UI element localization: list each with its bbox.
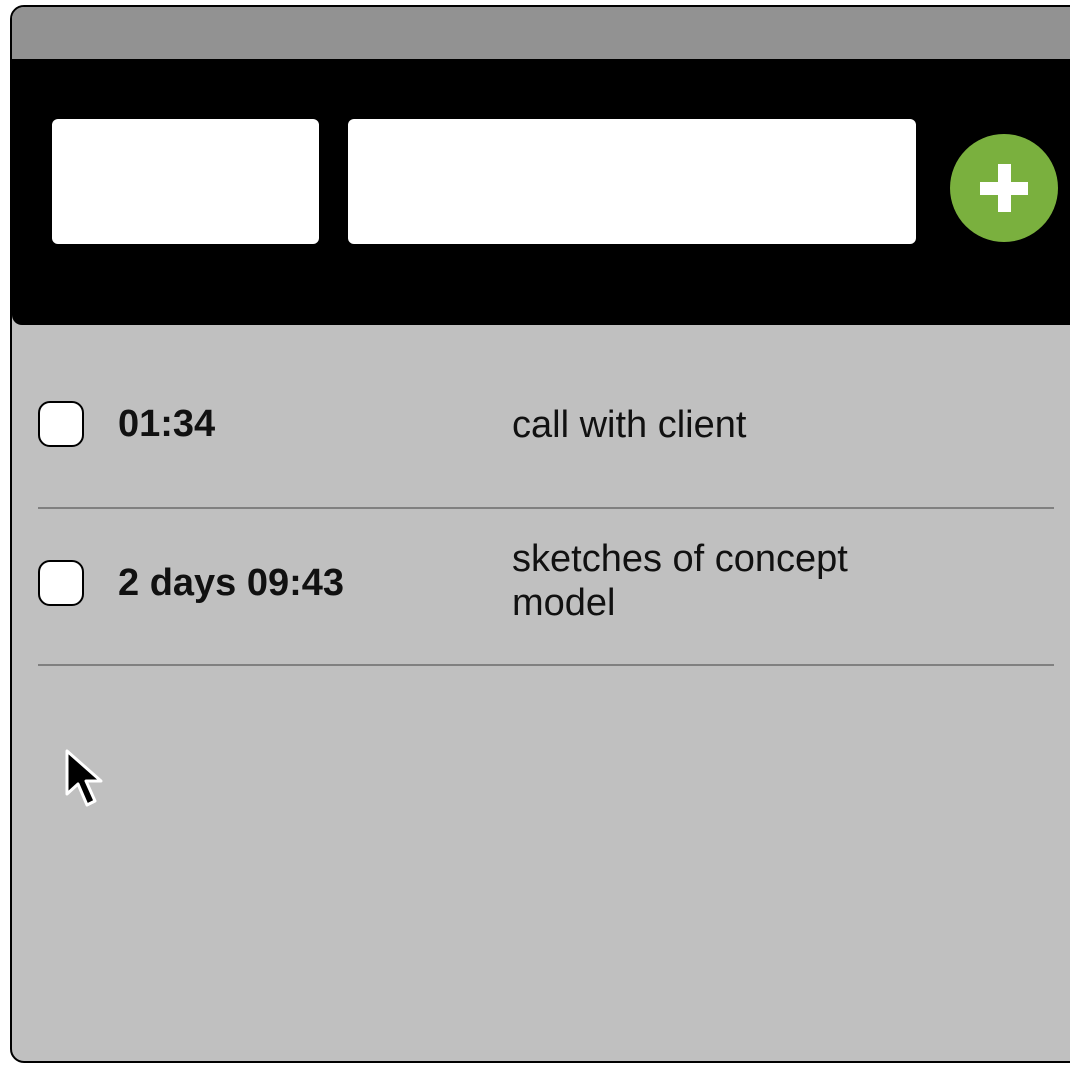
time-input[interactable] (52, 119, 319, 244)
mouse-pointer-icon (64, 748, 114, 817)
title-bar[interactable] (12, 7, 1070, 59)
add-button[interactable] (950, 134, 1058, 242)
task-input[interactable] (348, 119, 916, 244)
task-description: sketches of concept model (512, 538, 848, 624)
list-item: 2 days 09:43 sketches of concept model (38, 509, 1054, 666)
list-item: 01:34 call with client (38, 325, 1054, 509)
entry-checkbox[interactable] (38, 560, 84, 606)
plus-icon (980, 164, 1028, 212)
entry-header (12, 59, 1070, 325)
entry-checkbox[interactable] (38, 401, 84, 447)
app-window: 01:34 call with client 2 days 09:43 sket… (10, 5, 1070, 1063)
elapsed-time: 01:34 (118, 403, 216, 445)
elapsed-time: 2 days 09:43 (118, 562, 345, 604)
task-description: call with client (512, 404, 747, 446)
